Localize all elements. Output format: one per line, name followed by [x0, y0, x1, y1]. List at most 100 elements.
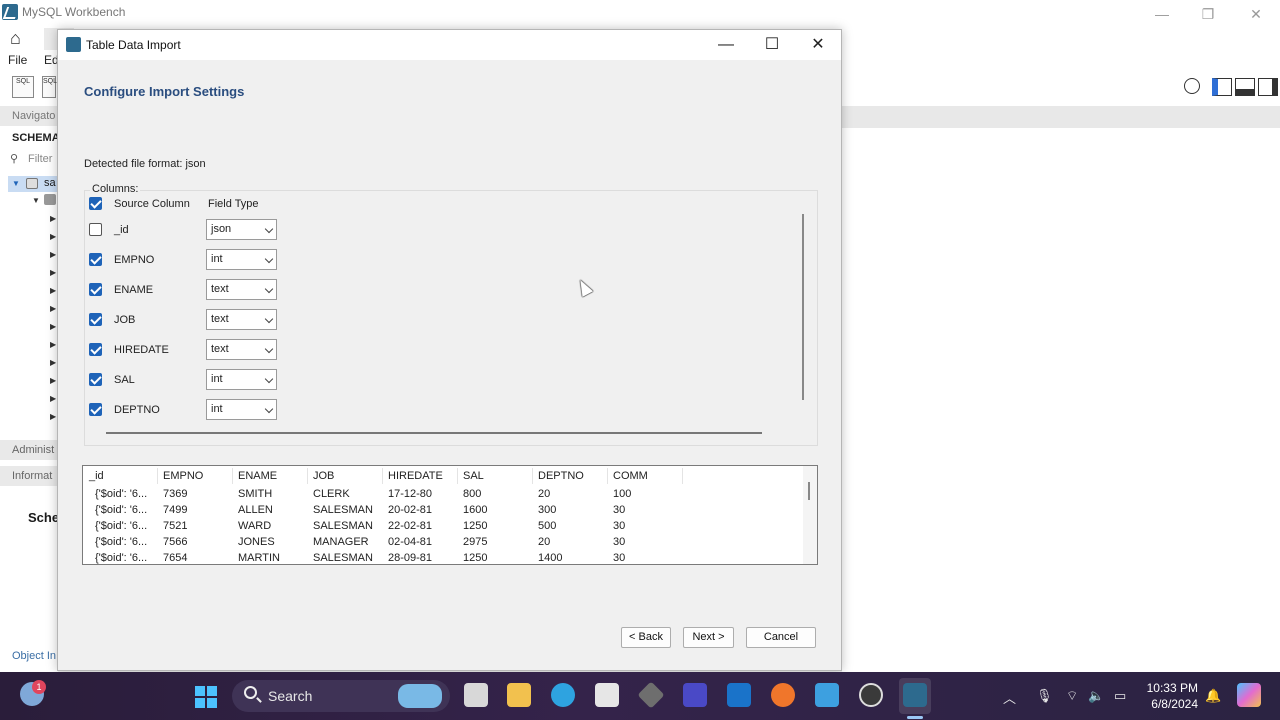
section-heading: Configure Import Settings — [84, 84, 245, 99]
data-preview-table: _id EMPNO ENAME JOB HIREDATE SAL DEPTNO … — [82, 465, 818, 565]
information-tab[interactable]: Informat — [0, 466, 58, 486]
preview-ename-cell: WARD — [238, 520, 272, 532]
expand-icon[interactable]: ▼ — [12, 179, 20, 188]
field-type-select-empno[interactable]: int — [206, 249, 277, 270]
columns-group — [84, 190, 818, 446]
preview-comm-cell: 30 — [613, 504, 626, 516]
preview-deptno-cell: 300 — [538, 504, 557, 516]
restore-icon[interactable]: ❐ — [1186, 2, 1230, 26]
volume-icon[interactable]: 🔈 — [1088, 688, 1104, 704]
columns-vertical-scrollbar[interactable] — [802, 214, 804, 400]
copilot-icon[interactable] — [1237, 683, 1261, 707]
preview-header: _id — [89, 470, 104, 482]
field-type-select-sal[interactable]: int — [206, 369, 277, 390]
maximize-icon[interactable]: ☐ — [750, 33, 794, 57]
task-view-icon[interactable] — [464, 683, 488, 707]
chevron-down-icon — [264, 344, 274, 354]
toggle-secondary-sidebar-icon[interactable] — [1258, 78, 1278, 96]
collapse-arrow-icon[interactable]: ▶ — [50, 286, 56, 295]
menu-file[interactable]: File — [8, 53, 27, 67]
battery-icon[interactable]: ▭ — [1114, 688, 1126, 704]
notification-badge: 1 — [32, 680, 46, 694]
notifications-bell-icon[interactable]: 🔔 — [1205, 688, 1221, 704]
taskbar-search[interactable]: Search — [232, 680, 450, 712]
close-icon[interactable]: ✕ — [1234, 2, 1278, 26]
column-checkbox-id[interactable] — [89, 223, 102, 236]
close-icon[interactable]: ✕ — [796, 33, 840, 57]
collapse-arrow-icon[interactable]: ▶ — [50, 340, 56, 349]
preview-id-cell: {'$oid': '6... — [95, 488, 148, 500]
home-icon[interactable]: ⌂ — [10, 28, 21, 49]
field-type-select-deptno[interactable]: int — [206, 399, 277, 420]
toggle-sidebar-icon[interactable] — [1212, 78, 1232, 96]
chevron-down-icon — [264, 284, 274, 294]
collapse-arrow-icon[interactable]: ▶ — [50, 412, 56, 421]
field-type-select-job[interactable]: text — [206, 309, 277, 330]
next-button[interactable]: Next > — [683, 627, 734, 648]
collapse-arrow-icon[interactable]: ▶ — [50, 322, 56, 331]
collapse-arrow-icon[interactable]: ▶ — [50, 214, 56, 223]
select-all-checkbox[interactable] — [89, 197, 102, 210]
minimize-icon[interactable]: — — [704, 33, 748, 57]
column-divider — [607, 468, 608, 484]
collapse-arrow-icon[interactable]: ▶ — [50, 358, 56, 367]
firefox-icon[interactable] — [771, 683, 795, 707]
visual-studio-icon[interactable] — [683, 683, 707, 707]
system-clock[interactable]: 10:33 PM 6/8/2024 — [1146, 680, 1198, 712]
administration-tab[interactable]: Administ — [0, 440, 58, 460]
collapse-arrow-icon[interactable]: ▶ — [50, 376, 56, 385]
field-type-value: int — [211, 373, 223, 385]
preview-header: HIREDATE — [388, 470, 443, 482]
cancel-button[interactable]: Cancel — [746, 627, 816, 648]
obs-icon[interactable] — [859, 683, 883, 707]
field-type-select-ename[interactable]: text — [206, 279, 277, 300]
collapse-arrow-icon[interactable]: ▶ — [50, 232, 56, 241]
edge-icon[interactable] — [551, 683, 575, 707]
schema-filter-input[interactable]: ⚲ Filter — [8, 152, 58, 168]
collapse-arrow-icon[interactable]: ▶ — [50, 268, 56, 277]
workbench-title: MySQL Workbench — [22, 5, 126, 19]
back-button[interactable]: < Back — [621, 627, 671, 648]
expand-tables-icon[interactable]: ▼ — [32, 196, 40, 205]
field-type-header: Field Type — [208, 198, 259, 210]
search-label: Search — [268, 688, 313, 704]
collapse-arrow-icon[interactable]: ▶ — [50, 394, 56, 403]
column-checkbox-ename[interactable] — [89, 283, 102, 296]
column-checkbox-hiredate[interactable] — [89, 343, 102, 356]
toggle-output-icon[interactable] — [1235, 78, 1255, 96]
column-checkbox-sal[interactable] — [89, 373, 102, 386]
object-info-tab[interactable]: Object In — [12, 650, 56, 662]
chevron-up-icon[interactable]: ︿ — [1003, 688, 1016, 707]
minimize-icon[interactable]: — — [1140, 2, 1184, 26]
database-icon — [26, 178, 38, 189]
mysql-workbench-icon[interactable] — [903, 683, 927, 707]
preview-id-cell: {'$oid': '6... — [95, 552, 148, 564]
clock-time: 10:33 PM — [1146, 681, 1198, 695]
open-sql-script-icon[interactable]: SQL — [42, 76, 57, 98]
column-name: _id — [114, 224, 129, 236]
preview-scrollbar-track[interactable] — [803, 466, 817, 564]
field-type-value: text — [211, 313, 229, 325]
collapse-arrow-icon[interactable]: ▶ — [50, 250, 56, 259]
column-checkbox-empno[interactable] — [89, 253, 102, 266]
microphone-icon[interactable]: 🎙 — [1036, 688, 1053, 704]
file-explorer-icon[interactable] — [507, 683, 531, 707]
field-type-select-id[interactable]: json — [206, 219, 277, 240]
notepad-icon[interactable] — [815, 683, 839, 707]
new-sql-tab-icon[interactable]: SQL — [12, 76, 34, 98]
app-icon[interactable] — [637, 681, 665, 709]
columns-horizontal-scrollbar[interactable] — [106, 432, 762, 434]
microsoft-store-icon[interactable] — [595, 683, 619, 707]
wifi-icon[interactable]: ⌔ — [1066, 688, 1078, 704]
collapse-arrow-icon[interactable]: ▶ — [50, 304, 56, 313]
settings-icon[interactable] — [1184, 78, 1200, 94]
column-divider — [457, 468, 458, 484]
dialog-title: Table Data Import — [86, 38, 181, 52]
start-button[interactable] — [195, 686, 217, 708]
schema-tree-item[interactable]: ▼ sa — [8, 176, 58, 192]
outlook-icon[interactable] — [727, 683, 751, 707]
field-type-select-hiredate[interactable]: text — [206, 339, 277, 360]
preview-scrollbar-thumb[interactable] — [808, 482, 810, 500]
column-checkbox-deptno[interactable] — [89, 403, 102, 416]
column-checkbox-job[interactable] — [89, 313, 102, 326]
